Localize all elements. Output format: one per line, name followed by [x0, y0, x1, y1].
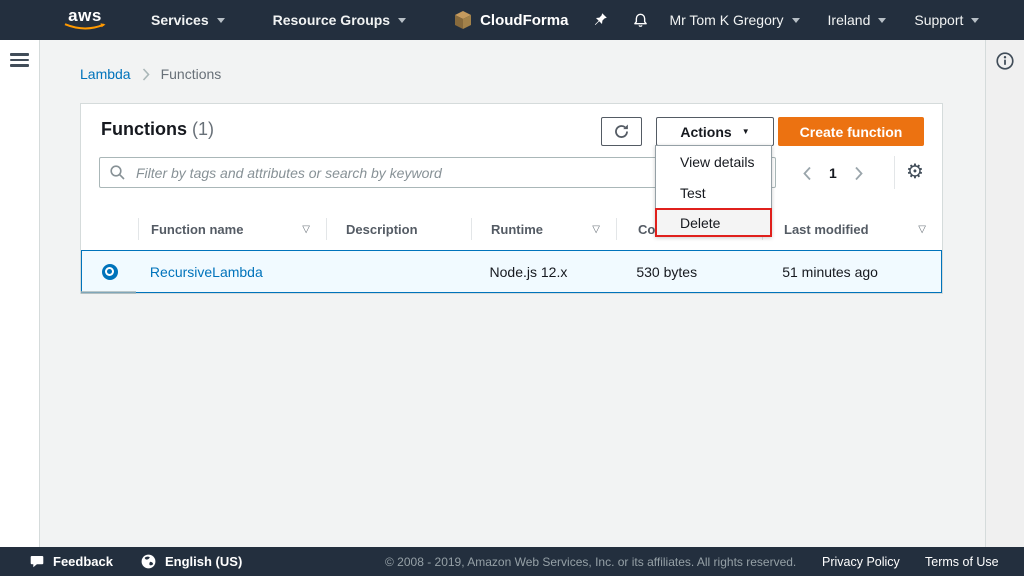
function-name-link[interactable]: RecursiveLambda [150, 264, 263, 280]
current-page-number: 1 [829, 165, 837, 181]
sort-icon[interactable]: ▽ [918, 224, 926, 235]
create-function-button[interactable]: Create function [778, 117, 924, 146]
sort-icon[interactable]: ▽ [592, 224, 600, 235]
menu-item-delete[interactable]: Delete [655, 208, 772, 237]
copyright-text: © 2008 - 2019, Amazon Web Services, Inc.… [385, 547, 796, 576]
nav-region-label: Ireland [828, 12, 871, 28]
row-select-radio[interactable] [102, 264, 118, 280]
language-label: English (US) [165, 554, 242, 569]
next-page-button[interactable] [854, 166, 863, 181]
aws-logo[interactable]: aws [63, 8, 107, 32]
toolbar-divider [894, 156, 895, 189]
info-icon[interactable] [995, 51, 1015, 71]
privacy-policy-link[interactable]: Privacy Policy [822, 547, 900, 576]
chevron-left-icon [803, 166, 812, 181]
notifications-button[interactable] [632, 12, 649, 29]
table-header-row: Function name ▽ Description Runtime ▽ Co… [81, 208, 942, 250]
nav-region[interactable]: Ireland [828, 12, 887, 28]
cube-icon [454, 10, 472, 30]
settings-gear-icon[interactable]: ⚙ [906, 157, 924, 187]
left-sidebar [0, 40, 40, 547]
column-header-function-name[interactable]: Function name ▽ [138, 208, 326, 250]
feedback-button[interactable]: Feedback [28, 547, 113, 576]
pin-icon [592, 12, 608, 28]
refresh-button[interactable] [601, 117, 642, 146]
bell-icon [632, 12, 649, 29]
nav-support[interactable]: Support [914, 12, 979, 28]
cell-last-modified: 51 minutes ago [761, 264, 941, 280]
aws-smile-icon [64, 23, 106, 32]
pagination: 1 [803, 162, 863, 184]
nav-cloudforma-label: CloudForma [480, 12, 568, 29]
menu-item-test[interactable]: Test [656, 177, 771, 208]
actions-dropdown-menu: View details Test Delete [655, 145, 772, 237]
refresh-icon [613, 123, 630, 140]
menu-icon[interactable] [10, 53, 29, 67]
menu-item-view-details[interactable]: View details [656, 146, 771, 177]
breadcrumb-functions: Functions [161, 66, 222, 82]
functions-panel: Functions (1) Actions ▼ Create function [80, 103, 943, 294]
cell-runtime: Node.js 12.x [471, 264, 616, 280]
search-icon [109, 164, 126, 181]
nav-services[interactable]: Services [151, 12, 225, 28]
chevron-down-icon [971, 18, 979, 23]
pin-button[interactable] [592, 12, 608, 28]
breadcrumb-lambda-link[interactable]: Lambda [80, 66, 131, 82]
actions-button[interactable]: Actions ▼ [656, 117, 774, 146]
sort-icon[interactable]: ▽ [302, 224, 310, 235]
globe-icon [140, 553, 157, 570]
column-header-last-modified[interactable]: Last modified ▽ [762, 208, 942, 250]
nav-account-label: Mr Tom K Gregory [669, 12, 783, 28]
nav-cloudforma[interactable]: CloudForma [454, 10, 568, 30]
chevron-right-icon [854, 166, 863, 181]
nav-services-label: Services [151, 12, 209, 28]
chevron-down-icon [792, 18, 800, 23]
table-row[interactable]: RecursiveLambda Node.js 12.x 530 bytes 5… [81, 250, 942, 293]
nav-resource-groups[interactable]: Resource Groups [273, 12, 406, 28]
column-header-description[interactable]: Description [326, 208, 471, 250]
breadcrumb-chevron-icon [142, 68, 150, 81]
aws-logo-text: aws [68, 8, 102, 23]
functions-count: (1) [192, 119, 214, 139]
breadcrumb: Lambda Functions [80, 66, 221, 82]
terms-of-use-link[interactable]: Terms of Use [925, 547, 999, 576]
feedback-label: Feedback [53, 554, 113, 569]
horizontal-scrollbar-thumb[interactable] [81, 291, 136, 294]
page-title: Functions (1) [101, 119, 214, 140]
chevron-down-icon [878, 18, 886, 23]
nav-account[interactable]: Mr Tom K Gregory [669, 12, 799, 28]
chevron-down-icon [398, 18, 406, 23]
chevron-down-icon [217, 18, 225, 23]
select-column-header [81, 208, 138, 250]
main-content: Lambda Functions Functions (1) Actions ▼ [40, 40, 985, 547]
language-button[interactable]: English (US) [140, 547, 242, 576]
help-panel-strip [985, 40, 1024, 547]
top-navigation-bar: aws Services Resource Groups CloudForma [0, 0, 1024, 40]
column-header-runtime[interactable]: Runtime ▽ [471, 208, 616, 250]
speech-bubble-icon [28, 554, 45, 570]
caret-down-icon: ▼ [742, 127, 750, 136]
cell-code-size: 530 bytes [615, 264, 761, 280]
nav-support-label: Support [914, 12, 963, 28]
previous-page-button[interactable] [803, 166, 812, 181]
actions-button-label: Actions [680, 124, 731, 140]
nav-resource-groups-label: Resource Groups [273, 12, 390, 28]
aws-console-page: aws Services Resource Groups CloudForma [0, 0, 1024, 576]
footer-bar: Feedback English (US) © 2008 - 2019, Ama… [0, 547, 1024, 576]
page-title-text: Functions [101, 119, 187, 139]
